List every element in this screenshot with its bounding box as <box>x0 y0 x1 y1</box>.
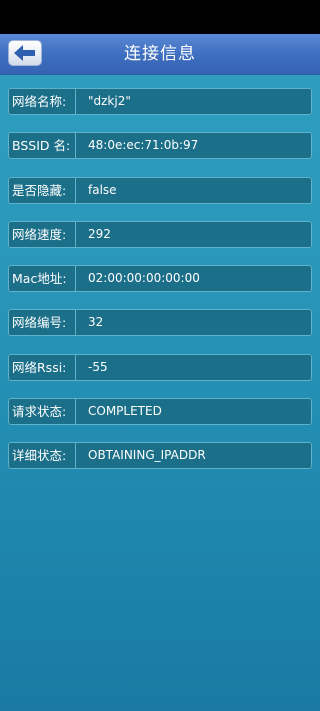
connection-info-list: 网络名称: "dzkj2" BSSID 名: 48:0e:ec:71:0b:97… <box>8 88 312 487</box>
info-row-link-speed: 网络速度: 292 <box>8 220 312 248</box>
back-button[interactable] <box>8 40 42 66</box>
mac-address-value: 02:00:00:00:00:00 <box>76 265 312 293</box>
rssi-label: 网络Rssi: <box>8 353 76 381</box>
request-state-label: 请求状态: <box>8 398 76 426</box>
link-speed-value: 292 <box>76 220 312 248</box>
rssi-value: -55 <box>76 353 312 381</box>
arrow-left-icon <box>14 45 35 61</box>
mac-address-label: Mac地址: <box>8 265 76 293</box>
info-row-hidden: 是否隐藏: false <box>8 176 312 204</box>
request-state-value: COMPLETED <box>76 398 312 426</box>
info-row-rssi: 网络Rssi: -55 <box>8 353 312 381</box>
hidden-value: false <box>76 176 312 204</box>
network-name-value: "dzkj2" <box>76 88 312 115</box>
info-row-mac-address: Mac地址: 02:00:00:00:00:00 <box>8 265 312 293</box>
info-row-bssid: BSSID 名: 48:0e:ec:71:0b:97 <box>8 132 312 160</box>
info-row-request-state: 请求状态: COMPLETED <box>8 398 312 426</box>
detailed-state-value: OBTAINING_IPADDR <box>76 442 312 470</box>
info-row-network-name: 网络名称: "dzkj2" <box>8 88 312 115</box>
network-name-label: 网络名称: <box>8 88 76 115</box>
info-row-detailed-state: 详细状态: OBTAINING_IPADDR <box>8 442 312 470</box>
page-title: 连接信息 <box>124 44 196 64</box>
info-row-network-id: 网络编号: 32 <box>8 309 312 337</box>
detailed-state-label: 详细状态: <box>8 442 76 470</box>
bssid-label: BSSID 名: <box>8 132 76 160</box>
network-id-label: 网络编号: <box>8 309 76 337</box>
bssid-value: 48:0e:ec:71:0b:97 <box>76 132 312 160</box>
status-bar <box>0 0 320 34</box>
title-bar: 连接信息 <box>0 34 320 75</box>
link-speed-label: 网络速度: <box>8 220 76 248</box>
hidden-label: 是否隐藏: <box>8 176 76 204</box>
network-id-value: 32 <box>76 309 312 337</box>
